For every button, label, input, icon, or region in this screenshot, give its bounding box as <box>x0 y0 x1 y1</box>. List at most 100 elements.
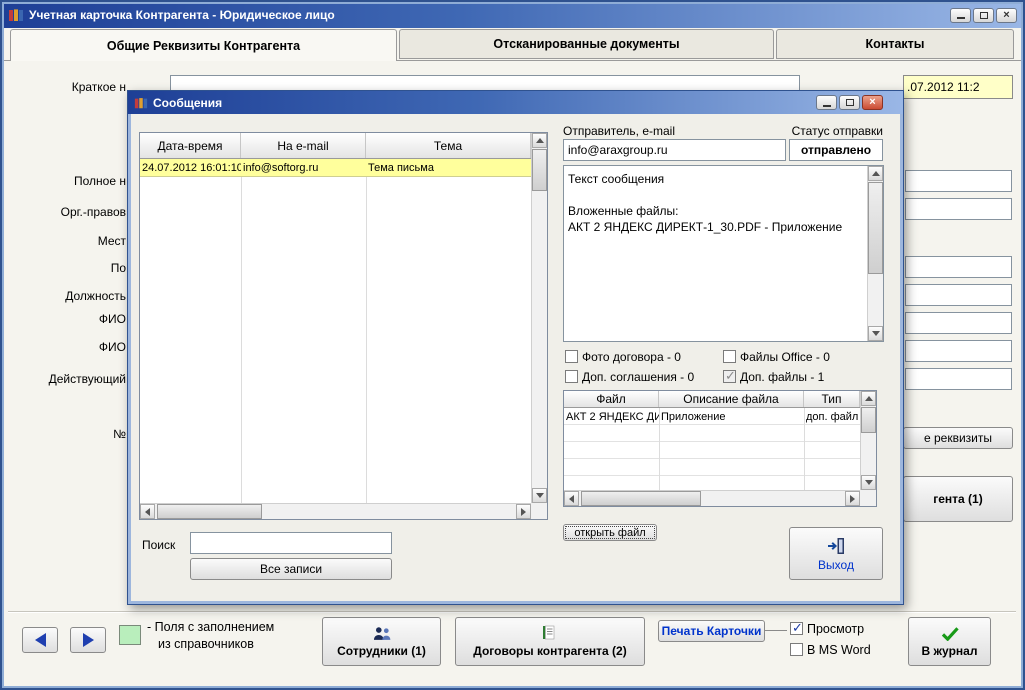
photo-contract-checkbox[interactable]: Фото договора - 0 <box>565 350 681 364</box>
arrow-left-icon <box>35 633 46 647</box>
col-header-file-type[interactable]: Тип <box>804 391 860 407</box>
label-location: Мест <box>0 234 126 248</box>
scroll-down-icon[interactable] <box>532 488 547 503</box>
search-input[interactable] <box>190 532 392 554</box>
scroll-down-icon[interactable] <box>868 326 883 341</box>
send-status-field: отправлено <box>789 139 883 161</box>
addendum-checkbox[interactable]: Доп. соглашения - 0 <box>565 370 694 384</box>
message-row[interactable]: 24.07.2012 16:01:10 info@softorg.ru Тема… <box>140 159 531 177</box>
vscroll-thumb[interactable] <box>861 407 876 433</box>
check-icon <box>940 626 960 641</box>
dialog-maximize-icon[interactable] <box>839 95 860 110</box>
scroll-up-icon[interactable] <box>532 133 547 148</box>
exit-button[interactable]: Выход <box>789 527 883 580</box>
label-post: По <box>0 261 126 275</box>
messages-vscrollbar[interactable] <box>531 133 547 503</box>
preview-checkbox-box <box>790 622 803 635</box>
dialog-titlebar: Сообщения × <box>128 91 903 114</box>
label-number: № <box>0 427 126 441</box>
print-connector-line <box>765 630 787 631</box>
legend-color-swatch <box>119 625 141 645</box>
contracts-side-button[interactable]: гента (1) <box>903 476 1013 522</box>
label-position: Должность <box>0 289 126 303</box>
contracts-icon <box>541 625 559 641</box>
right-field-3[interactable] <box>905 256 1012 278</box>
col-header-file[interactable]: Файл <box>564 391 659 407</box>
employees-button[interactable]: Сотрудники (1) <box>322 617 441 666</box>
label-fio-2: ФИО <box>0 340 126 354</box>
right-field-2[interactable] <box>905 198 1012 220</box>
close-icon[interactable]: × <box>996 8 1017 23</box>
preview-checkbox[interactable]: Просмотр <box>790 622 864 636</box>
tab-contacts[interactable]: Контакты <box>776 29 1014 59</box>
journal-button[interactable]: В журнал <box>908 617 991 666</box>
next-record-button[interactable] <box>70 627 106 653</box>
col-header-datetime[interactable]: Дата-время <box>140 133 241 158</box>
sender-label: Отправитель, e-mail <box>563 124 675 138</box>
right-field-6[interactable] <box>905 340 1012 362</box>
messages-table: Дата-время На e-mail Тема 24.07.2012 16:… <box>139 132 548 520</box>
tab-scanned-documents[interactable]: Отсканированные документы <box>399 29 774 59</box>
right-field-7[interactable] <box>905 368 1012 390</box>
col-header-email[interactable]: На e-mail <box>241 133 366 158</box>
scroll-down-icon[interactable] <box>861 475 876 490</box>
dialog-minimize-icon[interactable] <box>816 95 837 110</box>
exit-button-label: Выход <box>818 558 854 572</box>
prev-record-button[interactable] <box>22 627 58 653</box>
vscroll-thumb[interactable] <box>868 182 883 274</box>
scroll-right-icon[interactable] <box>845 491 860 506</box>
msword-checkbox[interactable]: В MS Word <box>790 643 871 657</box>
dialog-icon <box>134 96 148 110</box>
sender-input[interactable]: info@araxgroup.ru <box>563 139 786 161</box>
files-hscrollbar[interactable] <box>564 490 860 506</box>
send-status-label: Статус отправки <box>783 124 883 138</box>
main-window: Учетная карточка Контрагента - Юридическ… <box>0 0 1025 690</box>
bank-details-button[interactable]: е реквизиты <box>903 427 1013 449</box>
contracts-button[interactable]: Договоры контрагента (2) <box>455 617 645 666</box>
messages-hscrollbar[interactable] <box>140 503 531 519</box>
label-short-name: Краткое н <box>0 80 126 94</box>
vscroll-thumb[interactable] <box>532 149 547 191</box>
office-files-checkbox[interactable]: Файлы Office - 0 <box>723 350 830 364</box>
message-vscrollbar[interactable] <box>867 166 883 341</box>
file-row[interactable]: АКТ 2 ЯНДЕКС ДИ Приложение доп. файл <box>564 408 860 425</box>
label-fio-1: ФИО <box>0 312 126 326</box>
search-label: Поиск <box>142 538 175 552</box>
right-field-4[interactable] <box>905 284 1012 306</box>
scroll-left-icon[interactable] <box>564 491 579 506</box>
extra-files-checkbox[interactable]: Доп. файлы - 1 <box>723 370 824 384</box>
scroll-up-icon[interactable] <box>861 391 876 406</box>
col-header-file-desc[interactable]: Описание файла <box>659 391 804 407</box>
label-full-name: Полное н <box>0 174 126 188</box>
legend-text-line1: - Поля с заполнением <box>147 620 274 634</box>
minimize-icon[interactable] <box>950 8 971 23</box>
hscroll-thumb[interactable] <box>581 491 701 506</box>
tab-general-details[interactable]: Общие Реквизиты Контрагента <box>10 29 397 61</box>
right-field-1[interactable] <box>905 170 1012 192</box>
journal-button-label: В журнал <box>922 644 978 658</box>
all-records-button[interactable]: Все записи <box>190 558 392 580</box>
scroll-right-icon[interactable] <box>516 504 531 519</box>
message-line-4: АКТ 2 ЯНДЕКС ДИРЕКТ-1_30.PDF - Приложени… <box>568 219 879 235</box>
message-body-box[interactable]: Текст сообщения Вложенные файлы: АКТ 2 Я… <box>563 165 884 342</box>
open-file-button[interactable]: открыть файл <box>563 524 657 541</box>
dialog-close-icon[interactable]: × <box>862 95 883 110</box>
arrow-right-icon <box>83 633 94 647</box>
messages-table-header: Дата-время На e-mail Тема <box>140 133 547 159</box>
employees-icon <box>371 626 393 641</box>
col-header-subject[interactable]: Тема <box>366 133 531 158</box>
messages-dialog: Сообщения × Дата-время На e-mail Тема 24… <box>127 90 904 605</box>
window-title: Учетная карточка Контрагента - Юридическ… <box>29 8 335 22</box>
contracts-button-label: Договоры контрагента (2) <box>473 644 626 658</box>
legend-text-line2: из справочников <box>158 637 254 651</box>
maximize-icon[interactable] <box>973 8 994 23</box>
scroll-up-icon[interactable] <box>868 166 883 181</box>
print-card-button[interactable]: Печать Карточки <box>658 620 765 642</box>
files-vscrollbar[interactable] <box>860 391 876 490</box>
right-field-5[interactable] <box>905 312 1012 334</box>
msword-checkbox-box <box>790 643 803 656</box>
label-acting: Действующий <box>0 372 126 386</box>
scroll-left-icon[interactable] <box>140 504 155 519</box>
main-titlebar: Учетная карточка Контрагента - Юридическ… <box>2 2 1023 28</box>
hscroll-thumb[interactable] <box>157 504 262 519</box>
